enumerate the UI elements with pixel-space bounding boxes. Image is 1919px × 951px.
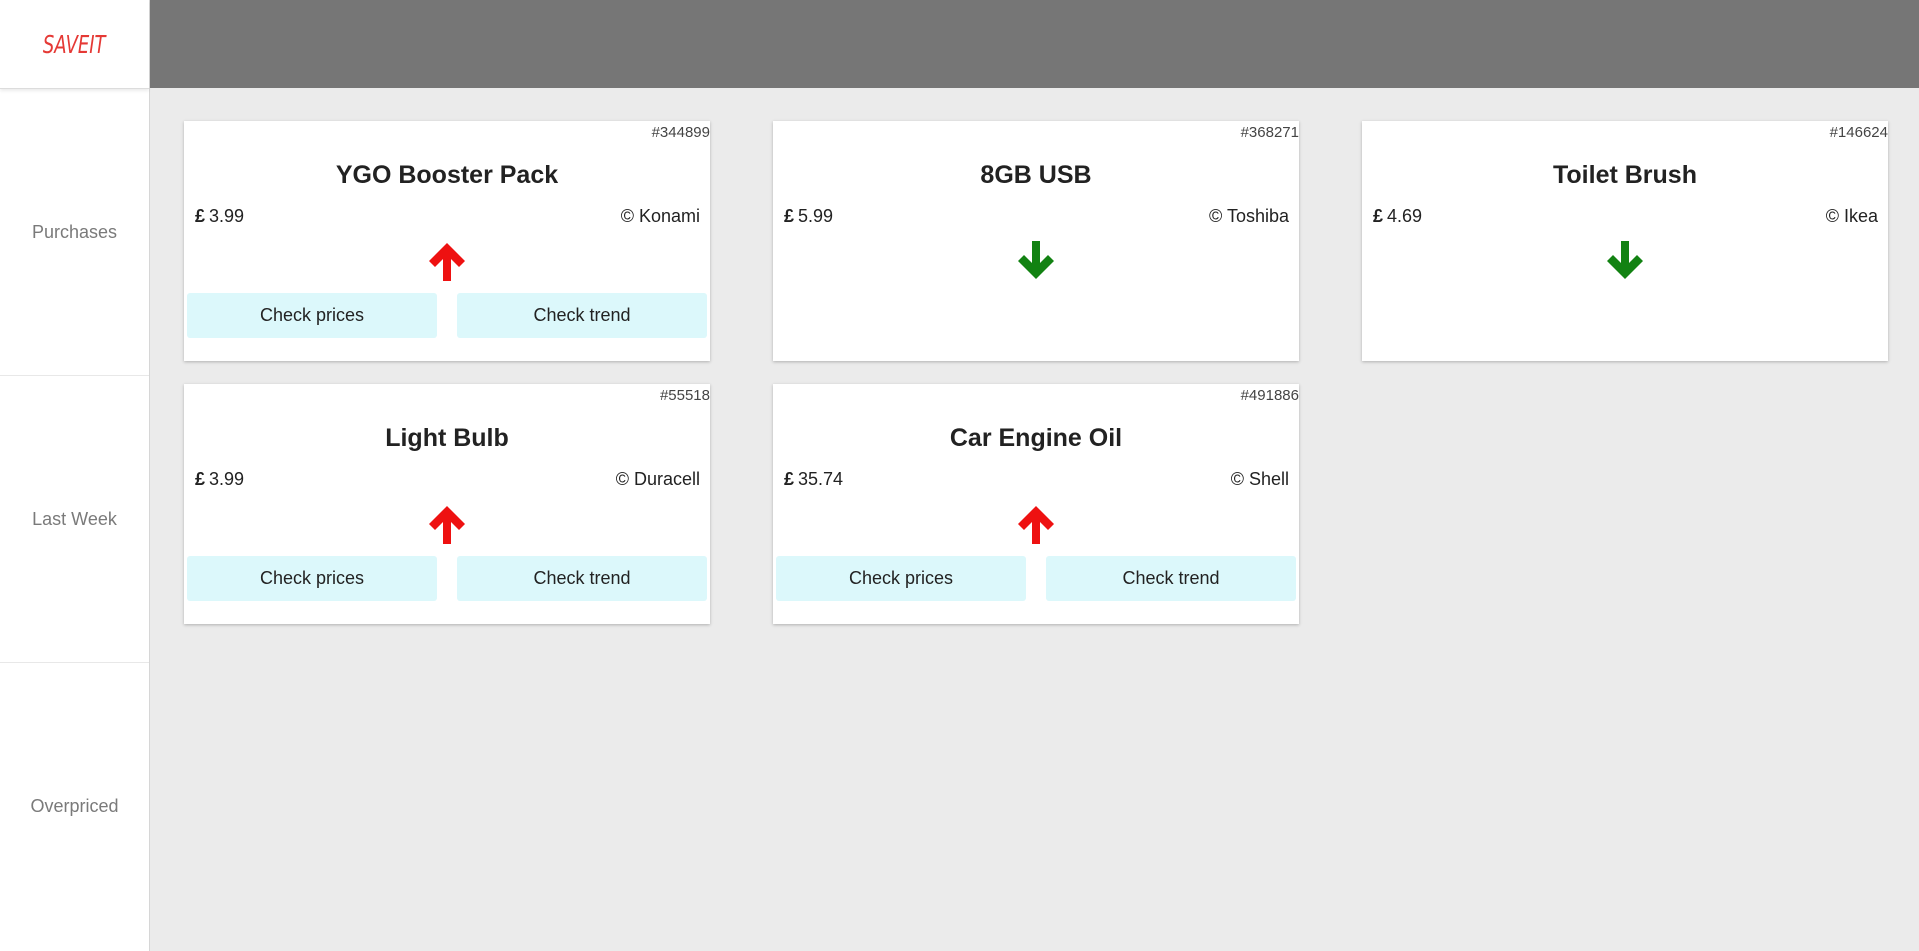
product-brand: © Shell — [1230, 469, 1289, 489]
product-title: Light Bulb — [385, 424, 509, 452]
currency-symbol: £ — [1373, 206, 1384, 226]
sidebar-item-overpriced[interactable]: Overpriced — [0, 663, 149, 950]
logo-text: SAVEIT — [43, 29, 106, 59]
product-code: #55518 — [659, 387, 710, 404]
price-value: 4.69 — [1387, 206, 1423, 226]
product-price: £4.69 — [1373, 206, 1422, 227]
sidebar-item-purchases[interactable]: Purchases — [0, 89, 149, 376]
product-price: £5.99 — [784, 206, 833, 227]
price-value: 3.99 — [209, 206, 245, 226]
product-code: #491886 — [1240, 387, 1299, 404]
product-card: #491886 Car Engine Oil £35.74 © Shell Ch… — [773, 384, 1299, 624]
currency-symbol: £ — [784, 469, 795, 489]
product-title: Toilet Brush — [1553, 161, 1697, 189]
product-brand: © Konami — [620, 206, 700, 226]
price-value: 3.99 — [209, 469, 245, 489]
product-code: #344899 — [651, 124, 710, 141]
product-brand: © Toshiba — [1209, 206, 1289, 226]
top-bar — [150, 0, 1919, 88]
product-card: #146624 Toilet Brush £4.69 © Ikea — [1362, 121, 1888, 361]
check-prices-button[interactable]: Check prices — [776, 556, 1026, 601]
logo[interactable]: SAVEIT — [0, 0, 149, 89]
sidebar-item-last-week[interactable]: Last Week — [0, 376, 149, 663]
check-prices-button[interactable]: Check prices — [187, 556, 437, 601]
trend-up-arrow-icon — [429, 506, 465, 544]
price-value: 35.74 — [798, 469, 844, 489]
product-brand: © Ikea — [1825, 206, 1878, 226]
check-trend-button[interactable]: Check trend — [1046, 556, 1296, 601]
product-card: #344899 YGO Booster Pack £3.99 © Konami … — [184, 121, 710, 361]
check-trend-button[interactable]: Check trend — [457, 293, 707, 338]
check-trend-button[interactable]: Check trend — [457, 556, 707, 601]
price-value: 5.99 — [798, 206, 834, 226]
currency-symbol: £ — [784, 206, 795, 226]
product-price: £35.74 — [784, 469, 843, 490]
product-title: 8GB USB — [980, 161, 1092, 189]
currency-symbol: £ — [195, 206, 206, 226]
product-card: #368271 8GB USB £5.99 © Toshiba — [773, 121, 1299, 361]
product-price: £3.99 — [195, 206, 244, 227]
trend-down-arrow-icon — [1607, 241, 1643, 279]
product-code: #146624 — [1829, 124, 1888, 141]
product-title: YGO Booster Pack — [335, 161, 559, 189]
sidebar: SAVEIT Purchases Last Week Overpriced — [0, 0, 150, 951]
currency-symbol: £ — [195, 469, 206, 489]
trend-down-arrow-icon — [1018, 241, 1054, 279]
product-title: Car Engine Oil — [949, 424, 1123, 452]
product-card: #55518 Light Bulb £3.99 © Duracell Check… — [184, 384, 710, 624]
product-code: #368271 — [1240, 124, 1299, 141]
trend-up-arrow-icon — [1018, 506, 1054, 544]
product-price: £3.99 — [195, 469, 244, 490]
product-brand: © Duracell — [615, 469, 700, 489]
check-prices-button[interactable]: Check prices — [187, 293, 437, 338]
product-grid: #344899 YGO Booster Pack £3.99 © Konami … — [150, 88, 1919, 951]
trend-up-arrow-icon — [429, 243, 465, 281]
